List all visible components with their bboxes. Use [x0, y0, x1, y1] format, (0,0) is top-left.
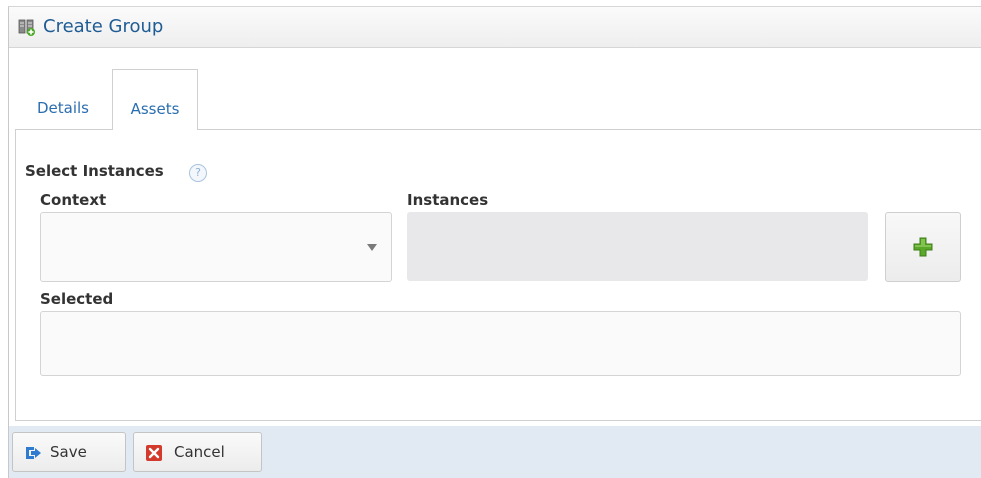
server-group-icon [18, 19, 35, 36]
selected-instances-list[interactable] [40, 311, 961, 376]
tab-details-label: Details [36, 99, 89, 117]
cancel-button-label: Cancel [174, 443, 225, 461]
cancel-button[interactable]: Cancel [133, 432, 262, 472]
save-button-label: Save [50, 443, 87, 461]
add-instance-button[interactable] [885, 212, 961, 282]
dialog-title-bar: Create Group [9, 7, 981, 48]
help-icon[interactable]: ? [189, 164, 207, 182]
context-select[interactable] [40, 212, 392, 282]
instances-label: Instances [407, 191, 489, 209]
tab-details[interactable]: Details [21, 69, 105, 129]
instances-select[interactable] [407, 212, 868, 281]
dialog-footer: Save Cancel [9, 426, 981, 478]
tab-assets-label: Assets [130, 100, 180, 118]
save-button[interactable]: Save [12, 432, 126, 472]
green-plus-icon [913, 237, 933, 257]
selected-label: Selected [40, 290, 114, 308]
context-label: Context [40, 191, 107, 209]
dialog-title: Create Group [43, 16, 164, 37]
chevron-down-icon [367, 244, 377, 251]
tab-assets[interactable]: Assets [112, 69, 198, 130]
save-arrow-icon [26, 447, 41, 459]
select-instances-heading: Select Instances [25, 162, 164, 180]
create-group-dialog: Create Group Details Assets Select Insta… [8, 6, 981, 478]
red-x-icon [146, 445, 162, 461]
